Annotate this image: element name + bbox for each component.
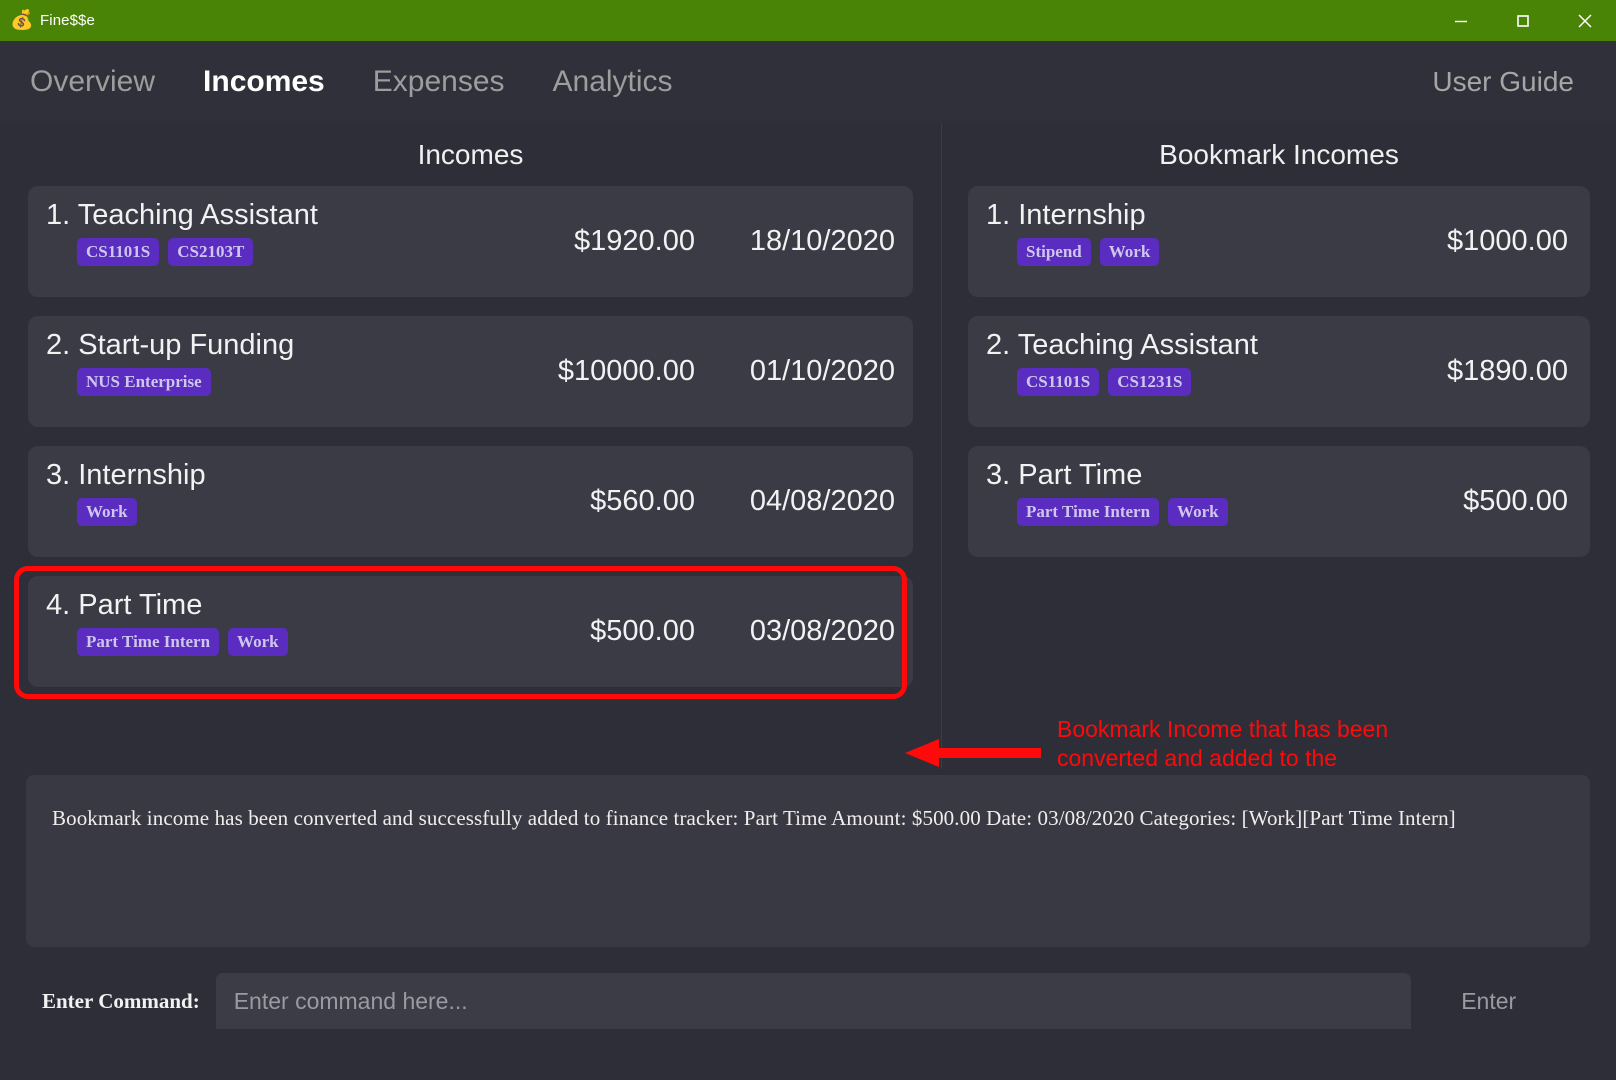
title-bar: 💰 Fine$$e [0, 0, 1616, 41]
tag-chip: CS1231S [1108, 368, 1192, 397]
bookmark-card-amount: $1890.00 [1447, 355, 1568, 387]
income-card-date: 18/10/2020 [749, 225, 895, 257]
tag-chip: Work [1168, 498, 1228, 527]
income-card-tags: Part Time Intern Work [46, 628, 483, 657]
income-card-date: 04/08/2020 [749, 485, 895, 517]
content-area: Incomes 1. Teaching Assistant CS1101S CS… [0, 123, 1616, 801]
bookmark-card-amount: $1000.00 [1447, 225, 1568, 257]
bookmark-card-title: 1. Internship [986, 199, 1146, 231]
income-card[interactable]: 3. Internship Work $560.00 04/08/2020 [28, 446, 913, 557]
income-card-amount: $1920.00 [574, 225, 695, 257]
tab-incomes[interactable]: Incomes [179, 67, 349, 97]
tag-chip: Work [228, 628, 288, 657]
incomes-panel-title: Incomes [417, 139, 524, 170]
command-input[interactable] [215, 973, 1411, 1029]
income-card[interactable]: 2. Start-up Funding NUS Enterprise $1000… [28, 316, 913, 427]
incomes-list: 1. Teaching Assistant CS1101S CS2103T $1… [0, 186, 941, 687]
enter-button[interactable]: Enter [1424, 973, 1553, 1029]
bookmark-card-tags: Stipend Work [986, 238, 1340, 267]
bookmark-card-amount: $500.00 [1463, 485, 1568, 517]
command-bar: Enter Command: Enter [0, 962, 1616, 1040]
bookmark-incomes-panel: Bookmark Incomes 1. Internship Stipend W… [942, 123, 1616, 769]
income-card-highlighted[interactable]: 4. Part Time Part Time Intern Work $500.… [28, 576, 913, 687]
tag-chip: Part Time Intern [1017, 498, 1160, 527]
income-card-tags: CS1101S CS2103T [46, 238, 483, 267]
income-card-amount: $10000.00 [557, 355, 695, 387]
user-guide-link[interactable]: User Guide [1432, 66, 1574, 98]
tab-analytics[interactable]: Analytics [529, 67, 697, 97]
bookmark-card-title: 2. Teaching Assistant [986, 329, 1258, 361]
bookmark-card-tags: CS1101S CS1231S [986, 368, 1340, 397]
tab-bar: Overview Incomes Expenses Analytics User… [0, 41, 1616, 123]
close-button[interactable] [1554, 0, 1616, 41]
tag-chip: CS1101S [1017, 368, 1100, 397]
result-message: Bookmark income has been converted and s… [52, 806, 1456, 830]
bookmark-card-main: 1. Internship Stipend Work [968, 186, 1340, 267]
bookmark-incomes-list: 1. Internship Stipend Work $1000.00 2. T… [942, 186, 1616, 557]
bookmark-card-tags: Part Time Intern Work [986, 498, 1340, 527]
application-window: 💰 Fine$$e Overview Incomes Expenses Anal… [0, 0, 1616, 1080]
tag-chip: Part Time Intern [77, 628, 220, 657]
maximize-button[interactable] [1492, 0, 1554, 41]
income-card-date: 01/10/2020 [749, 355, 895, 387]
income-card-title: 3. Internship [46, 459, 206, 491]
bookmark-income-card[interactable]: 3. Part Time Part Time Intern Work $500.… [968, 446, 1590, 557]
tag-chip: Work [1099, 238, 1160, 267]
income-card-date: 03/08/2020 [749, 615, 895, 647]
income-card-title: 1. Teaching Assistant [46, 199, 318, 231]
bookmark-card-title: 3. Part Time [986, 459, 1143, 491]
tag-chip: Work [77, 498, 137, 527]
tab-overview[interactable]: Overview [6, 67, 179, 97]
income-card-title: 2. Start-up Funding [46, 329, 295, 361]
income-card-main: 1. Teaching Assistant CS1101S CS2103T [28, 186, 483, 267]
income-card-main: 3. Internship Work [28, 446, 483, 527]
result-display-box: Bookmark income has been converted and s… [26, 775, 1590, 947]
income-card-amount: $560.00 [590, 485, 695, 517]
bookmark-income-card[interactable]: 2. Teaching Assistant CS1101S CS1231S $1… [968, 316, 1590, 427]
income-card-tags: Work [46, 498, 483, 527]
window-title: Fine$$e [40, 12, 95, 29]
income-card-main: 2. Start-up Funding NUS Enterprise [28, 316, 483, 397]
income-card-amount: $500.00 [590, 615, 695, 647]
bookmark-panel-title: Bookmark Incomes [1159, 139, 1399, 170]
minimize-button[interactable] [1430, 0, 1492, 41]
tag-chip: NUS Enterprise [77, 368, 211, 397]
money-bag-icon: 💰 [10, 10, 34, 31]
tag-chip: Stipend [1017, 238, 1091, 267]
tab-expenses[interactable]: Expenses [349, 67, 529, 97]
income-card-title: 4. Part Time [46, 589, 203, 621]
command-label: Enter Command: [42, 988, 200, 1013]
bookmark-income-card[interactable]: 1. Internship Stipend Work $1000.00 [968, 186, 1590, 297]
bookmark-card-main: 3. Part Time Part Time Intern Work [968, 446, 1340, 527]
income-card-tags: NUS Enterprise [46, 368, 483, 397]
income-card-main: 4. Part Time Part Time Intern Work [28, 576, 483, 657]
bookmark-card-main: 2. Teaching Assistant CS1101S CS1231S [968, 316, 1340, 397]
left-arrow-icon [905, 737, 1041, 769]
income-card[interactable]: 1. Teaching Assistant CS1101S CS2103T $1… [28, 186, 913, 297]
incomes-panel: Incomes 1. Teaching Assistant CS1101S CS… [0, 123, 941, 769]
tag-chip: CS2103T [168, 238, 254, 267]
tag-chip: CS1101S [77, 238, 160, 267]
